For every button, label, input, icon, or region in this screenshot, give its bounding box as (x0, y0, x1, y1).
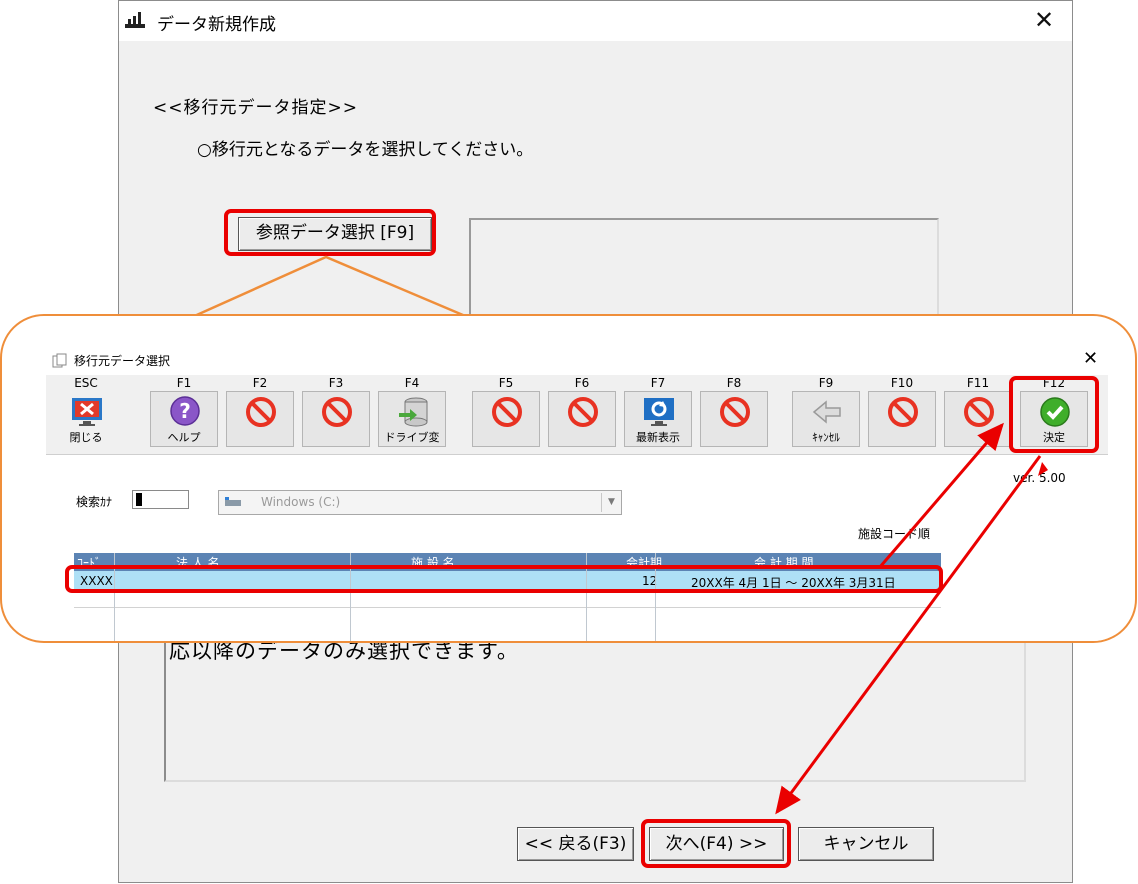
annotation-arrow-up (1038, 462, 1048, 476)
